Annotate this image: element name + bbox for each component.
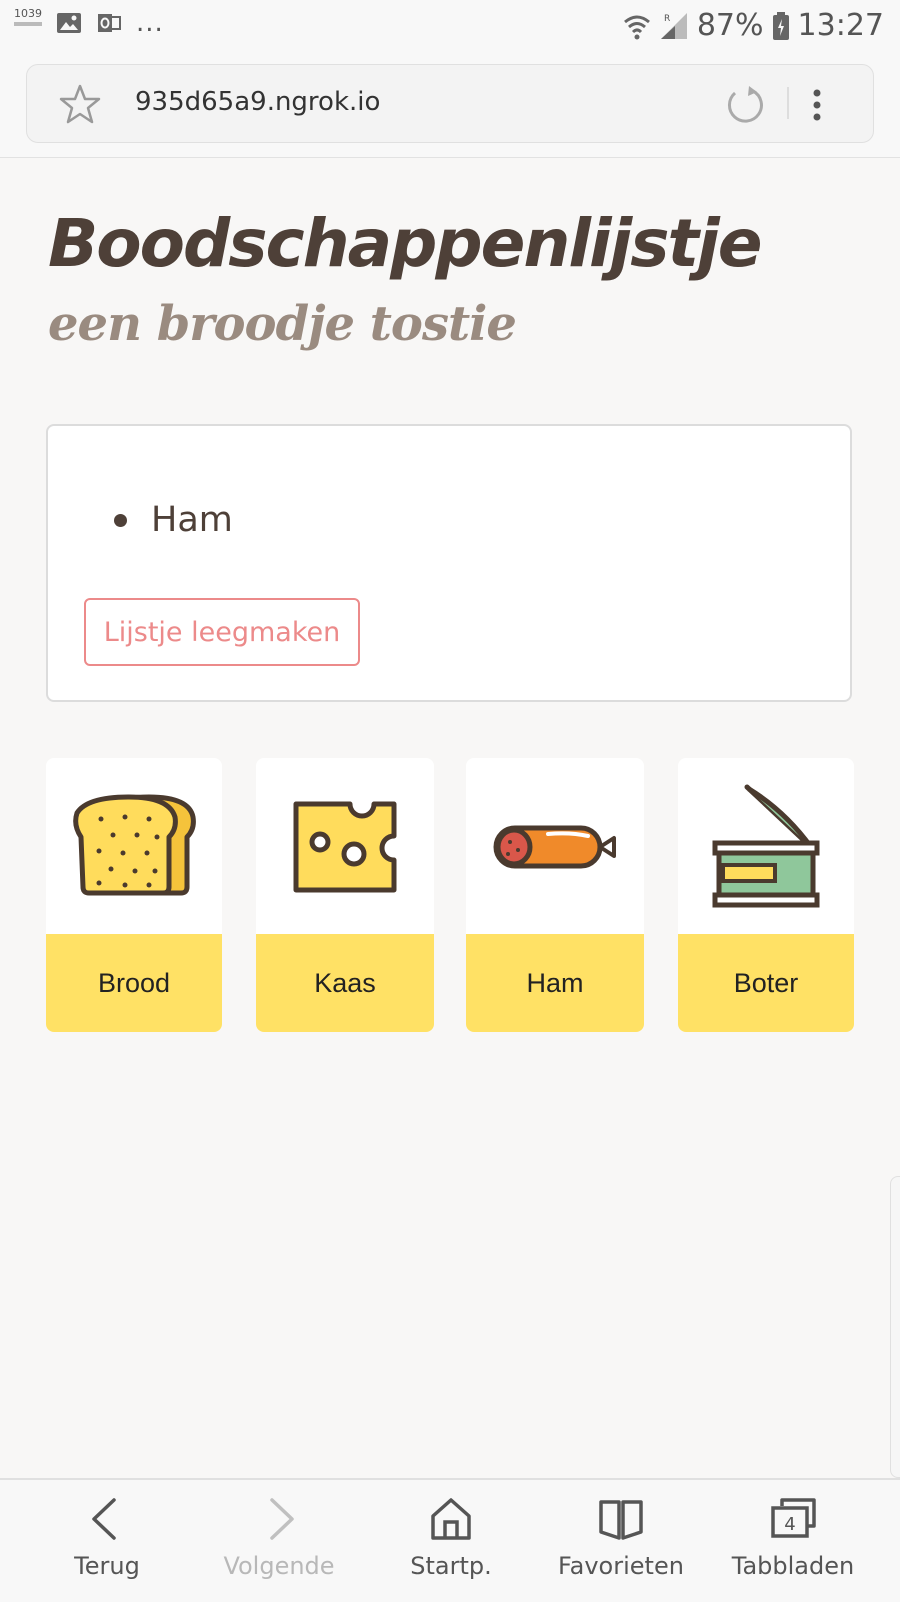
product-label[interactable]: Ham: [466, 934, 644, 1032]
battery-percent: 87%: [696, 8, 764, 43]
page-subtitle: een broodje tostie: [48, 296, 517, 352]
nav-back-label: Terug: [74, 1552, 140, 1580]
product-label[interactable]: Boter: [678, 934, 854, 1032]
shopping-list: Ham: [114, 500, 233, 540]
butter-tin-icon: [712, 784, 820, 908]
nav-forward-label: Volgende: [223, 1552, 335, 1580]
nav-bookmarks-label: Favorieten: [558, 1552, 684, 1580]
page-title: Boodschappenlijstje: [48, 205, 762, 282]
product-label[interactable]: Brood: [46, 934, 222, 1032]
list-item-label: Ham: [151, 500, 233, 540]
product-card-kaas[interactable]: Kaas: [256, 758, 434, 1032]
bookmarks-icon: [599, 1500, 643, 1540]
scroll-handle[interactable]: [890, 1176, 900, 1478]
menu-icon[interactable]: [805, 85, 829, 125]
product-icon-area: [678, 758, 854, 934]
nav-home-button[interactable]: Startp.: [366, 1496, 536, 1580]
chevron-left-icon: [92, 1498, 116, 1540]
browser-toolbar: 935d65a9.ngrok.io: [0, 56, 900, 158]
notification-overflow: ...: [136, 8, 164, 38]
sausage-icon: [493, 825, 616, 869]
wifi-icon: [623, 15, 650, 40]
shopping-list-card: Ham Lijstje leegmaken: [46, 424, 852, 702]
signal-icon: R: [660, 13, 687, 39]
nav-tabs-button[interactable]: 4 Tabbladen: [708, 1496, 878, 1580]
svg-text:R: R: [664, 14, 670, 24]
product-card-ham[interactable]: Ham: [466, 758, 644, 1032]
url-text[interactable]: 935d65a9.ngrok.io: [135, 87, 380, 117]
clear-list-button[interactable]: Lijstje leegmaken: [84, 598, 360, 666]
star-icon[interactable]: [59, 83, 101, 125]
notification-counter: 1039: [14, 8, 42, 26]
chevron-right-icon: [270, 1498, 294, 1540]
cheese-icon: [293, 801, 397, 893]
list-item: Ham: [114, 500, 233, 540]
outlook-icon: [98, 14, 121, 32]
bread-icon: [73, 794, 196, 896]
battery-icon: [772, 12, 789, 40]
product-label[interactable]: Kaas: [256, 934, 434, 1032]
reload-icon[interactable]: [723, 83, 767, 127]
bullet: [114, 513, 127, 527]
gallery-icon: [57, 13, 81, 33]
product-card-boter[interactable]: Boter: [678, 758, 854, 1032]
nav-home-label: Startp.: [410, 1552, 492, 1580]
clock: 13:27: [797, 8, 884, 43]
status-bar: 1039 ... R 87% 13:27: [0, 0, 900, 56]
nav-bookmarks-button[interactable]: Favorieten: [536, 1496, 706, 1580]
browser-bottom-nav: Terug Volgende Startp. Favorieten 4 Tabb…: [0, 1478, 900, 1602]
product-icon-area: [256, 758, 434, 934]
product-icon-area: [46, 758, 222, 934]
nav-back-button[interactable]: Terug: [22, 1496, 192, 1580]
tab-count: 4: [784, 1514, 795, 1535]
product-card-brood[interactable]: Brood: [46, 758, 222, 1032]
toolbar-divider: [787, 87, 789, 119]
nav-forward-button[interactable]: Volgende: [194, 1496, 364, 1580]
tabs-icon: 4: [771, 1498, 816, 1538]
nav-tabs-label: Tabbladen: [731, 1552, 855, 1580]
home-icon: [431, 1498, 471, 1540]
product-icon-area: [466, 758, 644, 934]
address-bar[interactable]: 935d65a9.ngrok.io: [26, 64, 874, 143]
